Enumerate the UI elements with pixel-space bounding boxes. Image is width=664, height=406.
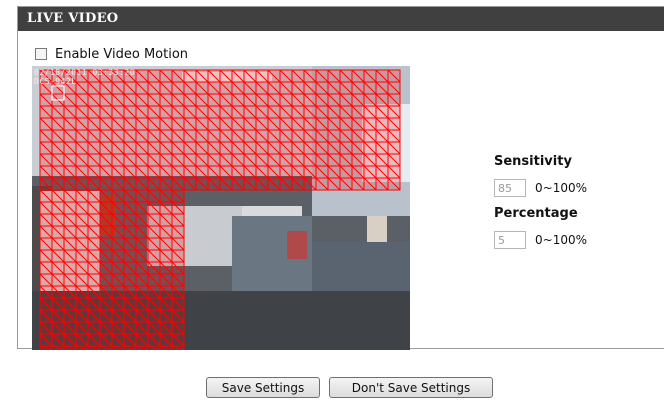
form-buttons: Save Settings Don't Save Settings [206,377,493,398]
save-settings-button[interactable]: Save Settings [206,377,320,398]
enable-motion-label[interactable]: Enable Video Motion [55,47,188,62]
osd-camera-name: DCS-942L [34,77,77,86]
live-video-feed[interactable]: 02/18/2011 03:33:20 DCS-942L [32,66,410,350]
motion-settings: Sensitivity 0~100% Percentage 0~100% [494,153,654,257]
enable-motion-checkbox[interactable] [35,48,47,60]
percentage-input[interactable] [494,231,526,249]
video-osd: 02/18/2011 03:33:20 DCS-942L [34,68,135,86]
panel-title: LIVE VIDEO [18,7,664,31]
percentage-label: Percentage [494,206,578,221]
sensitivity-label: Sensitivity [494,154,572,169]
sensitivity-row: 0~100% [494,177,654,199]
video-frame [32,66,410,350]
enable-motion-row[interactable]: Enable Video Motion [35,46,188,62]
percentage-range: 0~100% [535,233,587,247]
sensitivity-range: 0~100% [535,181,587,195]
dont-save-settings-button[interactable]: Don't Save Settings [329,377,493,398]
percentage-row: 0~100% [494,229,654,251]
sensitivity-input[interactable] [494,179,526,197]
osd-timestamp: 02/18/2011 03:33:20 [34,68,136,77]
